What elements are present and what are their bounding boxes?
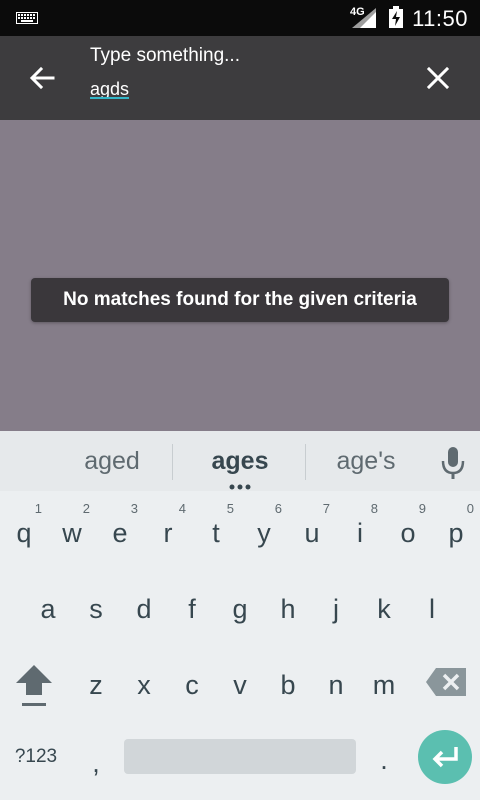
search-input-underline [90,97,129,99]
key-label: u [304,517,320,548]
key-b[interactable]: b [264,651,312,711]
key-s[interactable]: s [72,575,120,635]
more-suggestions-dots-icon [229,484,251,490]
key-l[interactable]: l [408,575,456,635]
microphone-icon[interactable] [438,445,468,481]
key-number-hint: 2 [82,501,90,516]
soft-keyboard: aged ages age's 1q 2w 3e 4r 5t 6y 7u 8i … [0,431,480,800]
back-button[interactable] [18,56,66,100]
key-label: q [16,517,32,548]
key-z[interactable]: z [72,651,120,711]
key-g[interactable]: g [216,575,264,635]
clear-search-button[interactable] [416,56,460,100]
key-q[interactable]: 1q [0,499,48,559]
key-d[interactable]: d [120,575,168,635]
key-y[interactable]: 6y [240,499,288,559]
key-u[interactable]: 7u [288,499,336,559]
no-matches-toast: No matches found for the given criteria [31,278,449,322]
key-number-hint: 3 [130,501,138,516]
key-a[interactable]: a [24,575,72,635]
suggestion-right[interactable]: age's [330,447,402,476]
key-m[interactable]: m [360,651,408,711]
key-o[interactable]: 9o [384,499,432,559]
key-label: b [280,669,296,700]
comma-key[interactable]: , [76,739,116,787]
key-k[interactable]: k [360,575,408,635]
toast-message: No matches found for the given criteria [63,289,417,310]
status-clock: 11:50 [412,6,468,31]
key-label: v [233,669,247,700]
search-toolbar: Type something... [0,36,480,120]
key-number-hint: 5 [226,501,234,516]
key-number-hint: 9 [418,501,426,516]
key-r[interactable]: 4r [144,499,192,559]
backspace-icon[interactable] [424,665,468,699]
period-key[interactable]: . [364,736,404,784]
key-label: l [429,593,435,624]
arrow-left-icon [29,66,55,90]
key-e[interactable]: 3e [96,499,144,559]
key-number-hint: 0 [466,501,474,516]
shift-icon[interactable] [8,659,60,711]
key-j[interactable]: j [312,575,360,635]
key-label: i [357,517,363,548]
key-number-hint: 4 [178,501,186,516]
key-h[interactable]: h [264,575,312,635]
enter-arrow-icon [432,747,458,768]
symbols-key[interactable]: ?123 [8,739,64,775]
key-label: g [232,593,248,624]
space-key[interactable] [124,739,356,774]
suggestion-strip: aged ages age's [0,431,480,491]
key-label: t [212,517,220,548]
key-label: e [112,517,128,548]
key-number-hint: 1 [34,501,42,516]
suggestion-divider [305,444,306,480]
suggestion-center[interactable]: ages [200,447,280,476]
key-x[interactable]: x [120,651,168,711]
signal-icon [352,8,376,28]
key-label: r [163,517,173,548]
key-label: m [372,669,396,700]
search-input[interactable] [90,76,390,102]
key-label: s [89,593,103,624]
enter-key[interactable] [418,730,472,784]
key-label: z [89,669,103,700]
key-f[interactable]: f [168,575,216,635]
key-label: j [333,593,339,624]
status-bar: 4G 11:50 [0,0,480,36]
key-w[interactable]: 2w [48,499,96,559]
key-number-hint: 6 [274,501,282,516]
key-label: d [136,593,152,624]
key-label: n [328,669,344,700]
key-number-hint: 7 [322,501,330,516]
key-t[interactable]: 5t [192,499,240,559]
key-number-hint: 8 [370,501,378,516]
key-i[interactable]: 8i [336,499,384,559]
battery-icon [389,6,403,28]
key-c[interactable]: c [168,651,216,711]
suggestion-divider [172,444,173,480]
key-label: a [40,593,56,624]
key-label: c [185,669,199,700]
key-label: w [62,517,82,548]
key-n[interactable]: n [312,651,360,711]
key-p[interactable]: 0p [432,499,480,559]
key-label: y [257,517,271,548]
keyboard-icon [16,12,38,24]
key-label: p [448,517,464,548]
key-label: k [377,593,391,624]
search-hint-label: Type something... [90,45,240,66]
key-label: h [280,593,296,624]
suggestion-left[interactable]: aged [76,447,148,476]
close-icon [427,67,449,89]
key-label: f [188,593,196,624]
key-v[interactable]: v [216,651,264,711]
key-label: x [137,669,151,700]
key-label: o [400,517,416,548]
